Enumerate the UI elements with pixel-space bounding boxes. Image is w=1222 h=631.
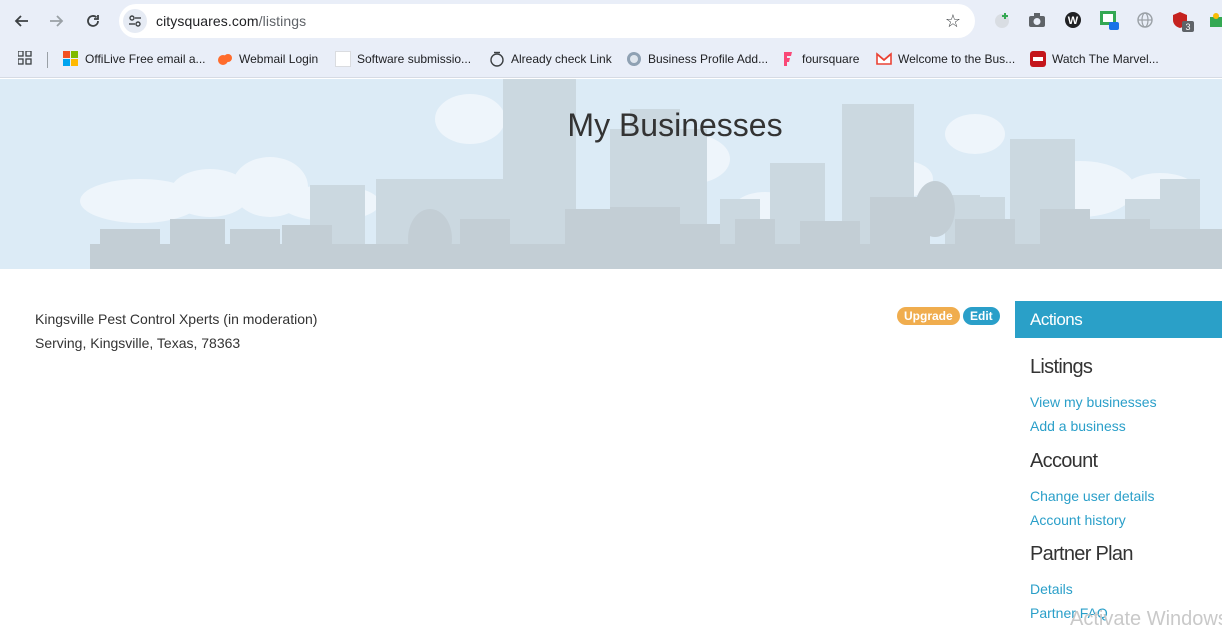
bookmarks-divider xyxy=(47,52,48,68)
bookmark-watch-marvel[interactable]: Watch The Marvel... xyxy=(1030,51,1159,67)
section-title-listings: Listings xyxy=(1030,356,1093,378)
browser-toolbar: citysquares.com/listings ☆ W 3 xyxy=(0,0,1222,42)
svg-text:3: 3 xyxy=(1185,22,1190,32)
globe-icon[interactable] xyxy=(1136,11,1154,29)
seo-extension-icon[interactable] xyxy=(1100,11,1119,30)
foursquare-icon xyxy=(780,51,796,67)
bookmark-offilive[interactable]: OffiLive Free email a... xyxy=(63,51,206,67)
extension-plus-icon[interactable] xyxy=(993,11,1011,29)
apps-grid-icon[interactable] xyxy=(18,51,32,65)
globe-search-icon xyxy=(626,51,642,67)
bookmark-webmail[interactable]: Webmail Login xyxy=(217,51,318,67)
hero-banner: My Businesses xyxy=(0,79,1222,269)
actions-sidebar: Actions Listings View my businesses Add … xyxy=(1015,301,1222,621)
add-a-business-link[interactable]: Add a business xyxy=(1030,418,1222,434)
forward-arrow-icon[interactable] xyxy=(45,9,69,33)
puzzle-extension-icon[interactable] xyxy=(1208,11,1222,29)
business-address: Serving, Kingsville, Texas, 78363 xyxy=(35,335,241,351)
section-title-partner-plan: Partner Plan xyxy=(1030,543,1133,565)
main-content: Kingsville Pest Control Xperts (in moder… xyxy=(0,269,1222,625)
bookmark-business-profile[interactable]: Business Profile Add... xyxy=(626,51,768,67)
bookmark-foursquare[interactable]: foursquare xyxy=(780,51,859,67)
url-text: citysquares.com/listings xyxy=(156,13,307,29)
gmail-icon xyxy=(876,51,892,67)
shield-extension-icon[interactable]: 3 xyxy=(1172,11,1194,32)
back-arrow-icon[interactable] xyxy=(9,9,33,33)
reload-icon[interactable] xyxy=(81,9,105,33)
activate-windows-watermark: Activate Windows xyxy=(1070,608,1222,630)
bookmarks-bar: OffiLive Free email a... Webmail Login S… xyxy=(0,42,1222,78)
blank-page-icon xyxy=(335,51,351,67)
cpanel-icon xyxy=(217,51,233,67)
actions-header: Actions xyxy=(1015,301,1222,338)
site-info-icon[interactable] xyxy=(123,9,147,33)
business-name[interactable]: Kingsville Pest Control Xperts (in moder… xyxy=(35,311,317,327)
microsoft-logo-icon xyxy=(63,51,79,67)
w-extension-icon[interactable]: W xyxy=(1064,11,1082,29)
svg-text:W: W xyxy=(1068,15,1079,27)
change-user-details-link[interactable]: Change user details xyxy=(1030,488,1222,504)
bookmark-gmail[interactable]: Welcome to the Bus... xyxy=(876,51,1015,67)
camera-icon[interactable] xyxy=(1028,11,1046,29)
timer-icon xyxy=(489,51,505,67)
address-bar[interactable]: citysquares.com/listings ☆ xyxy=(119,4,975,38)
bookmark-star-icon[interactable]: ☆ xyxy=(945,11,961,32)
amc-logo-icon xyxy=(1030,51,1046,67)
view-my-businesses-link[interactable]: View my businesses xyxy=(1030,394,1222,410)
bookmark-already-check-link[interactable]: Already check Link xyxy=(489,51,612,67)
partner-details-link[interactable]: Details xyxy=(1030,581,1222,597)
upgrade-button[interactable]: Upgrade xyxy=(897,307,960,325)
bookmark-software-submission[interactable]: Software submissio... xyxy=(335,51,471,67)
page-title: My Businesses xyxy=(567,107,783,143)
account-history-link[interactable]: Account history xyxy=(1030,512,1222,528)
section-title-account: Account xyxy=(1030,450,1098,472)
edit-button[interactable]: Edit xyxy=(963,307,1000,325)
